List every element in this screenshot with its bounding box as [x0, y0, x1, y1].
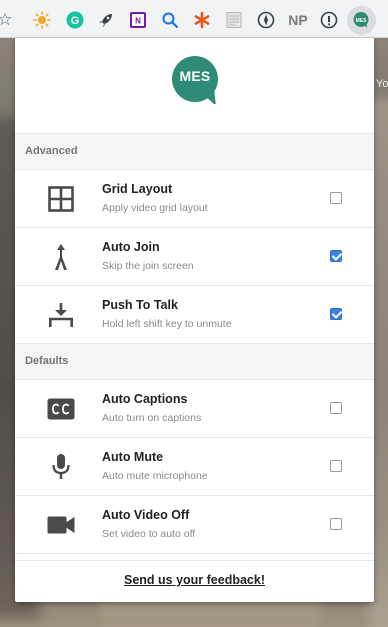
video-camera-icon: [45, 511, 77, 539]
setting-subtitle: Set video to auto off: [102, 528, 196, 540]
setting-row-auto-captions[interactable]: Auto Captions Auto turn on captions: [15, 380, 374, 438]
browser-extension-toolbar: ☆ G N NP MES: [0, 0, 388, 38]
setting-subtitle: Skip the join screen: [102, 260, 194, 272]
popup-footer: Send us your feedback!: [15, 560, 374, 602]
setting-title: Auto Captions: [102, 392, 188, 406]
microphone-icon: [45, 453, 77, 481]
push-down-icon: [45, 301, 77, 329]
onenote-icon[interactable]: N: [129, 11, 147, 29]
grammarly-icon[interactable]: G: [66, 11, 84, 29]
push-to-talk-checkbox[interactable]: [330, 308, 342, 320]
bookmark-star-icon[interactable]: ☆: [0, 11, 14, 29]
section-header-defaults: Defaults: [15, 344, 374, 380]
setting-row-auto-join[interactable]: Auto Join Skip the join screen: [15, 228, 374, 286]
closed-captions-icon: [45, 395, 77, 423]
setting-title: Auto Join: [102, 240, 160, 254]
mes-extension-icon[interactable]: MES: [352, 11, 370, 29]
svg-text:N: N: [135, 17, 141, 26]
setting-title: Grid Layout: [102, 182, 173, 196]
setting-row-auto-video-off[interactable]: Auto Video Off Set video to auto off: [15, 496, 374, 554]
setting-row-auto-mute[interactable]: Auto Mute Auto mute microphone: [15, 438, 374, 496]
search-icon[interactable]: [161, 11, 179, 29]
logo-text: MES: [179, 68, 211, 84]
svg-text:MES: MES: [356, 18, 368, 24]
background-partial-text: Yo: [376, 78, 388, 90]
setting-row-push-to-talk[interactable]: Push To Talk Hold left shift key to unmu…: [15, 286, 374, 344]
section-label: Advanced: [25, 145, 78, 157]
auto-join-checkbox[interactable]: [330, 250, 342, 262]
auto-mute-checkbox[interactable]: [330, 460, 342, 472]
setting-subtitle: Auto turn on captions: [102, 412, 202, 424]
grid-layout-checkbox[interactable]: [330, 192, 342, 204]
rocket-icon[interactable]: [97, 11, 115, 29]
section-header-advanced: Advanced: [15, 134, 374, 170]
grid-icon: [45, 185, 77, 213]
feedback-link[interactable]: Send us your feedback!: [124, 573, 265, 587]
setting-row-grid-layout[interactable]: Grid Layout Apply video grid layout: [15, 170, 374, 228]
document-icon[interactable]: [225, 11, 243, 29]
setting-subtitle: Auto mute microphone: [102, 470, 208, 482]
setting-title: Auto Video Off: [102, 508, 190, 522]
auto-captions-checkbox[interactable]: [330, 402, 342, 414]
compass-icon[interactable]: [257, 11, 275, 29]
svg-text:G: G: [71, 15, 80, 27]
popup-header: MES: [15, 38, 374, 134]
setting-subtitle: Hold left shift key to unmute: [102, 318, 232, 330]
auto-video-off-checkbox[interactable]: [330, 518, 342, 530]
walk-icon: [45, 243, 77, 271]
extension-popup: MES Advanced Grid Layout Apply video gri…: [15, 38, 374, 602]
setting-title: Push To Talk: [102, 298, 178, 312]
info-icon[interactable]: [320, 11, 338, 29]
sun-extension-icon[interactable]: [33, 11, 51, 29]
section-label: Defaults: [25, 355, 69, 367]
np-extension-icon[interactable]: NP: [287, 11, 309, 29]
setting-title: Auto Mute: [102, 450, 164, 464]
asterisk-icon[interactable]: [193, 11, 211, 29]
setting-subtitle: Apply video grid layout: [102, 202, 208, 214]
